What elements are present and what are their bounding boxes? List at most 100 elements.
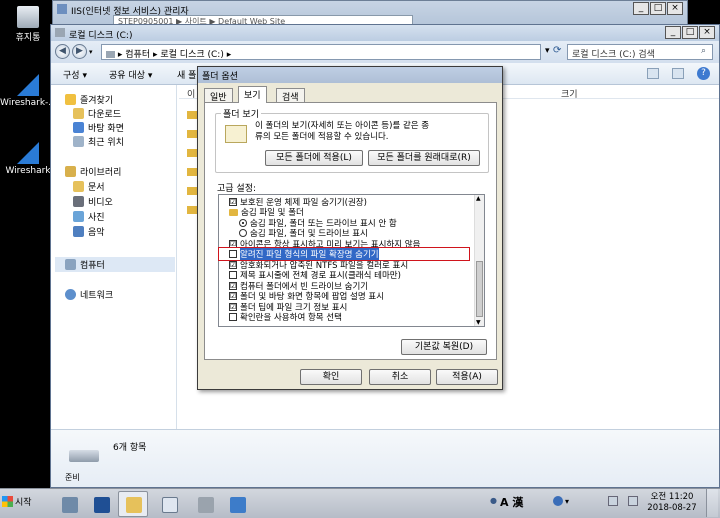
- checkbox[interactable]: ☑: [229, 292, 237, 300]
- restore-defaults-button[interactable]: 기본값 복원(D): [401, 339, 487, 355]
- recycle-bin-icon[interactable]: 휴지통: [0, 6, 56, 43]
- search-input[interactable]: 로컬 디스크 (C:) 검색: [567, 44, 713, 60]
- iis-manager-icon: [230, 497, 246, 513]
- column-size[interactable]: 크기: [561, 87, 578, 100]
- wireshark-shortcut-2[interactable]: Wireshark: [0, 142, 56, 176]
- nav-video[interactable]: 비디오: [73, 195, 113, 208]
- item-count: 6개 항목: [113, 443, 147, 453]
- minimize-button[interactable]: _: [633, 2, 649, 15]
- folder-icon[interactable]: [187, 206, 197, 214]
- nav-libraries[interactable]: 라이브러리: [65, 165, 121, 178]
- nav-documents[interactable]: 문서: [73, 180, 105, 193]
- folder-icon: [126, 497, 142, 513]
- folder-icon[interactable]: [187, 130, 197, 138]
- taskbar-admin-tools[interactable]: [190, 491, 220, 517]
- explorer-window-controls: _ □ ×: [665, 26, 715, 39]
- checkbox[interactable]: ☑: [229, 281, 237, 290]
- minimize-button[interactable]: _: [665, 26, 681, 39]
- ime-options-icon[interactable]: ▾: [565, 497, 569, 506]
- action-center-icon[interactable]: [608, 496, 618, 506]
- language-bar-icon[interactable]: ●: [490, 496, 497, 505]
- radio-button[interactable]: [239, 218, 247, 227]
- tab-general[interactable]: 일반: [204, 88, 233, 103]
- organize-menu[interactable]: 구성 ▾: [63, 68, 87, 81]
- wireshark-shortcut-1[interactable]: Wireshark-...: [0, 74, 56, 108]
- nav-downloads[interactable]: 다운로드: [73, 107, 121, 120]
- chevron-down-icon: ▾: [82, 71, 87, 81]
- breadcrumb-local-disk[interactable]: 로컬 디스크 (C:): [160, 50, 223, 60]
- taskbar-iis-manager[interactable]: [222, 491, 252, 517]
- back-button[interactable]: ◀: [55, 44, 70, 59]
- nav-favorites[interactable]: 즐겨찾기: [65, 93, 113, 106]
- help-icon[interactable]: ?: [697, 67, 710, 80]
- list-item[interactable]: 확인란을 사용하여 항목 선택: [229, 312, 342, 323]
- share-menu[interactable]: 공유 대상 ▾: [109, 68, 152, 81]
- nav-network[interactable]: 네트워크: [65, 288, 113, 301]
- ok-button[interactable]: 확인: [300, 369, 362, 385]
- folder-icon[interactable]: [187, 111, 197, 119]
- search-icon[interactable]: ⌕: [701, 46, 706, 56]
- taskbar-server-manager[interactable]: [54, 491, 84, 517]
- cancel-button[interactable]: 취소: [369, 369, 431, 385]
- drive-icon: [69, 450, 99, 462]
- folder-icon[interactable]: [187, 149, 197, 157]
- navigation-bar: ◀ ▶ ▾ ▸ 컴퓨터 ▸ 로컬 디스크 (C:) ▸ ▾ ⟳ 로컬 디스크 (…: [51, 41, 719, 63]
- new-folder-button[interactable]: 새 폴: [177, 68, 196, 81]
- nav-music-label: 음악: [88, 228, 105, 238]
- taskbar-explorer[interactable]: [118, 491, 148, 517]
- system-clock[interactable]: 오전 11:20 2018-08-27: [642, 492, 702, 514]
- tab-view[interactable]: 보기: [238, 86, 267, 103]
- nav-recent[interactable]: 최근 위치: [73, 135, 124, 148]
- checkbox[interactable]: [229, 271, 237, 279]
- history-chevron-icon[interactable]: ▾: [89, 48, 93, 56]
- server-manager-icon: [62, 497, 78, 513]
- taskbar-task-scheduler[interactable]: [154, 491, 184, 517]
- admin-tools-icon: [198, 497, 214, 513]
- nav-computer[interactable]: 컴퓨터: [55, 257, 175, 272]
- close-button[interactable]: ×: [667, 2, 683, 15]
- view-options-icon[interactable]: [647, 68, 659, 79]
- checkbox[interactable]: ☑: [229, 302, 237, 311]
- nav-music[interactable]: 음악: [73, 225, 105, 238]
- radio-button[interactable]: [239, 229, 247, 237]
- start-button[interactable]: 시작: [2, 495, 32, 508]
- nav-pictures[interactable]: 사진: [73, 210, 105, 223]
- column-name[interactable]: 이: [187, 87, 195, 100]
- start-label: 시작: [15, 498, 32, 508]
- folder-icon[interactable]: [187, 168, 197, 176]
- dialog-titlebar[interactable]: 폴더 옵션: [198, 67, 502, 83]
- checkbox[interactable]: ☑: [229, 260, 237, 269]
- explorer-titlebar[interactable]: 로컬 디스크 (C:) _ □ ×: [51, 25, 719, 41]
- preview-pane-icon[interactable]: [672, 68, 684, 79]
- apply-to-folders-button[interactable]: 모든 폴더에 적용(L): [265, 150, 363, 166]
- taskbar: 시작 ● A 漢 ▾ 오전 11:20 2018-08-27: [0, 488, 720, 518]
- address-dropdown-icon[interactable]: ▾: [545, 46, 550, 56]
- nav-computer-label: 컴퓨터: [80, 261, 105, 271]
- checkbox[interactable]: [229, 313, 237, 321]
- maximize-button[interactable]: □: [682, 26, 698, 39]
- nav-downloads-label: 다운로드: [88, 110, 122, 120]
- maximize-button[interactable]: □: [650, 2, 666, 15]
- network-tray-icon[interactable]: [628, 496, 638, 506]
- tab-search[interactable]: 검색: [276, 88, 305, 103]
- scroll-thumb[interactable]: [476, 261, 483, 317]
- apply-button[interactable]: 적용(A): [436, 369, 498, 385]
- list-scrollbar[interactable]: ▲ ▼: [474, 195, 484, 326]
- scroll-down-icon[interactable]: ▼: [476, 319, 481, 326]
- address-bar[interactable]: ▸ 컴퓨터 ▸ 로컬 디스크 (C:) ▸: [101, 44, 541, 60]
- star-icon: [65, 94, 76, 105]
- scroll-up-icon[interactable]: ▲: [476, 195, 481, 202]
- taskbar-powershell[interactable]: [86, 491, 116, 517]
- forward-button[interactable]: ▶: [72, 44, 87, 59]
- show-desktop-button[interactable]: [706, 489, 718, 517]
- ime-indicator[interactable]: A 漢: [500, 494, 523, 510]
- refresh-icon[interactable]: ⟳: [553, 45, 561, 56]
- checkbox[interactable]: ☑: [229, 197, 237, 206]
- nav-desktop[interactable]: 바탕 화면: [73, 121, 124, 134]
- folder-icon[interactable]: [187, 187, 197, 195]
- ime-help-icon[interactable]: [553, 496, 563, 506]
- reset-folders-button[interactable]: 모든 폴더를 원래대로(R): [368, 150, 480, 166]
- wireshark-shortcut-2-label: Wireshark: [5, 166, 51, 176]
- close-button[interactable]: ×: [699, 26, 715, 39]
- breadcrumb-computer[interactable]: 컴퓨터: [125, 50, 150, 60]
